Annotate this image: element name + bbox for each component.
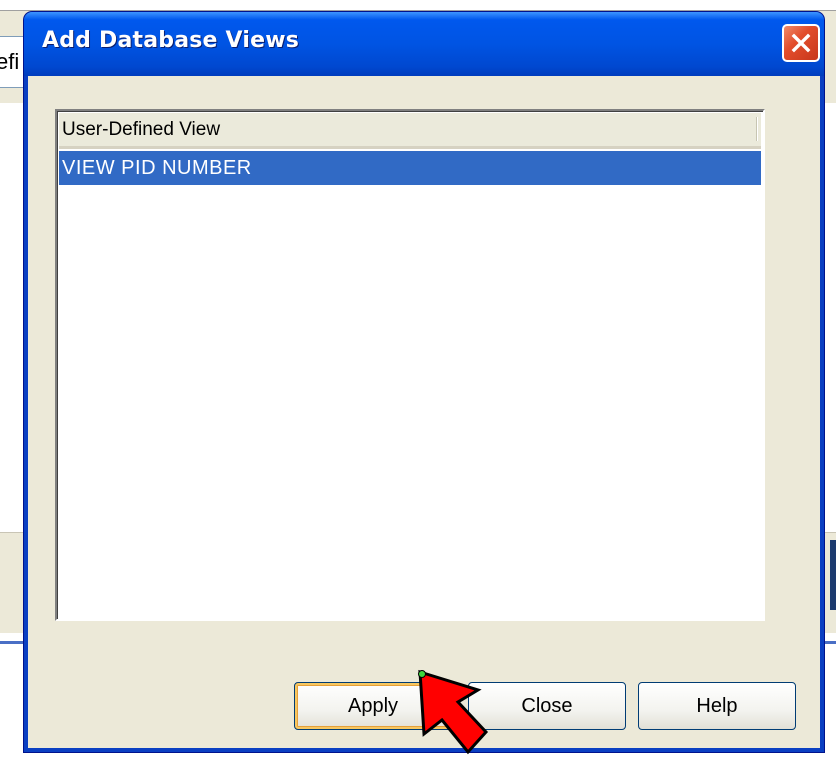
dialog-title: Add Database Views bbox=[42, 28, 300, 53]
column-header-user-defined-view[interactable]: User-Defined View bbox=[59, 113, 220, 146]
list-item-selected[interactable]: VIEW PID NUMBER bbox=[59, 151, 761, 185]
close-button[interactable]: Close bbox=[468, 682, 626, 730]
close-window-button[interactable] bbox=[782, 24, 820, 62]
close-x-icon bbox=[791, 33, 811, 53]
list-header: User-Defined View bbox=[59, 113, 761, 149]
help-button[interactable]: Help bbox=[638, 682, 796, 730]
red-pointer-arrow-icon bbox=[418, 669, 489, 755]
background-panel-edge bbox=[830, 540, 836, 610]
dialog-client-area: User-Defined View VIEW PID NUMBER Apply … bbox=[28, 76, 820, 748]
dialog-titlebar[interactable]: Add Database Views bbox=[24, 12, 824, 76]
screen: efi Add Database Views User-Defined View… bbox=[0, 0, 836, 764]
add-database-views-dialog: Add Database Views User-Defined View VIE… bbox=[24, 12, 824, 752]
column-header-divider bbox=[756, 117, 757, 141]
user-defined-views-list[interactable]: User-Defined View VIEW PID NUMBER bbox=[55, 109, 765, 621]
